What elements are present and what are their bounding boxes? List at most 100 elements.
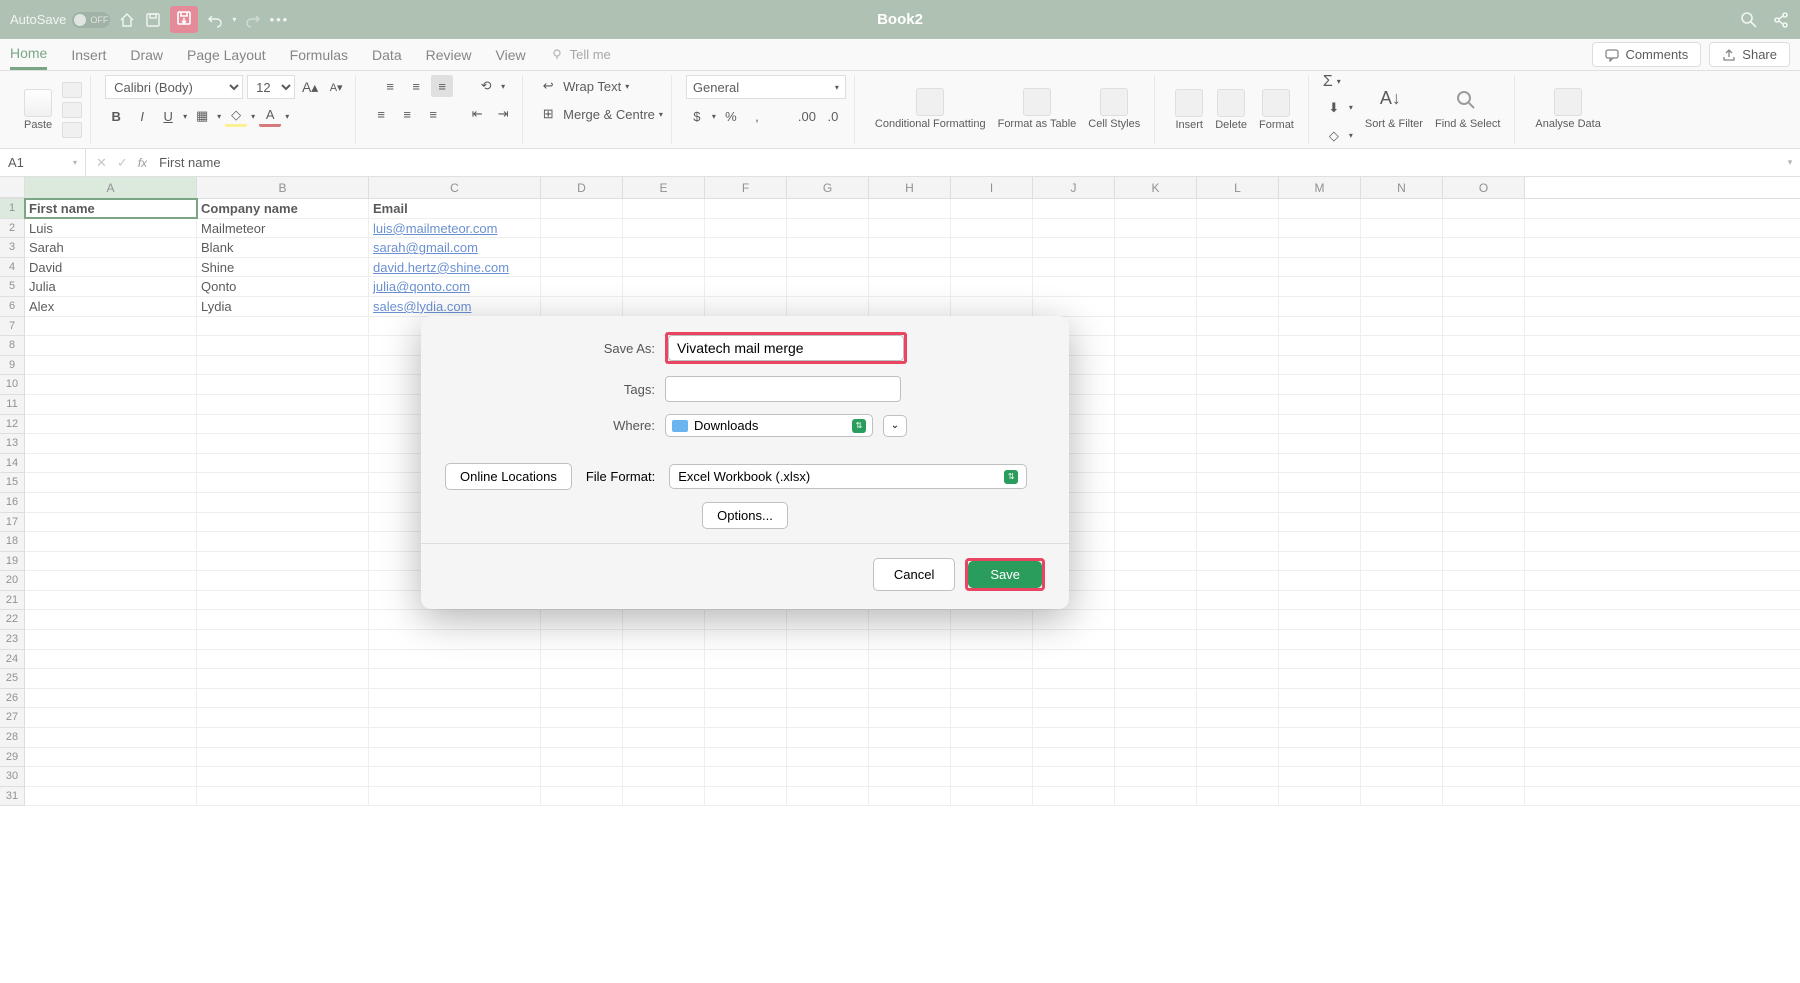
cell[interactable]: [541, 610, 623, 629]
cell[interactable]: [951, 748, 1033, 767]
cell[interactable]: [197, 571, 369, 590]
cell[interactable]: [1033, 258, 1115, 277]
cell[interactable]: [1443, 650, 1525, 669]
cell[interactable]: [869, 199, 951, 218]
cell[interactable]: [623, 238, 705, 257]
cell[interactable]: [1361, 199, 1443, 218]
cell[interactable]: [1115, 630, 1197, 649]
cell[interactable]: [1443, 415, 1525, 434]
row-header[interactable]: 20: [0, 571, 25, 591]
decrease-font-icon[interactable]: A▾: [325, 76, 347, 98]
cell[interactable]: [1197, 336, 1279, 355]
cell[interactable]: [1197, 415, 1279, 434]
cell[interactable]: [1279, 238, 1361, 257]
cell[interactable]: [1443, 532, 1525, 551]
cell[interactable]: [197, 375, 369, 394]
cell[interactable]: [1033, 277, 1115, 296]
row-header[interactable]: 31: [0, 787, 25, 807]
cell[interactable]: [623, 277, 705, 296]
home-icon[interactable]: [118, 11, 136, 29]
cell[interactable]: [1279, 708, 1361, 727]
cell[interactable]: [1279, 728, 1361, 747]
cell[interactable]: [869, 297, 951, 316]
cell[interactable]: [1197, 708, 1279, 727]
wrap-text-button[interactable]: ↩Wrap Text▾: [537, 75, 629, 97]
delete-cells-button[interactable]: Delete: [1209, 87, 1253, 133]
cell[interactable]: [25, 415, 197, 434]
cell[interactable]: First name: [25, 199, 197, 218]
cell[interactable]: Shine: [197, 258, 369, 277]
cell[interactable]: [951, 669, 1033, 688]
cell[interactable]: [541, 297, 623, 316]
increase-indent-icon[interactable]: ⇥: [492, 103, 514, 125]
cell[interactable]: [1443, 630, 1525, 649]
cell[interactable]: [705, 199, 787, 218]
italic-button[interactable]: I: [131, 105, 153, 127]
formula-input[interactable]: First name: [155, 155, 1780, 170]
font-color-button[interactable]: A: [259, 105, 281, 127]
cell[interactable]: [1361, 258, 1443, 277]
column-header[interactable]: M: [1279, 177, 1361, 198]
cell[interactable]: [951, 199, 1033, 218]
cell[interactable]: [25, 669, 197, 688]
cell[interactable]: [1197, 767, 1279, 786]
conditional-formatting-button[interactable]: Conditional Formatting: [869, 86, 992, 132]
insert-cells-button[interactable]: Insert: [1169, 87, 1209, 133]
cell[interactable]: [1443, 356, 1525, 375]
cell[interactable]: [1115, 728, 1197, 747]
cell[interactable]: [25, 513, 197, 532]
cell[interactable]: [951, 689, 1033, 708]
cell[interactable]: [1443, 787, 1525, 806]
row-header[interactable]: 8: [0, 336, 25, 356]
tab-formulas[interactable]: Formulas: [290, 41, 348, 69]
autosave-toggle[interactable]: AutoSave OFF: [10, 12, 110, 28]
column-header[interactable]: D: [541, 177, 623, 198]
cell[interactable]: [25, 728, 197, 747]
cell[interactable]: [197, 336, 369, 355]
cell[interactable]: [197, 552, 369, 571]
cell[interactable]: [197, 356, 369, 375]
cell[interactable]: [197, 787, 369, 806]
fill-icon[interactable]: ⬇: [1323, 97, 1345, 119]
cell[interactable]: [787, 258, 869, 277]
cell[interactable]: [541, 767, 623, 786]
cell[interactable]: [1279, 454, 1361, 473]
cell[interactable]: [705, 219, 787, 238]
cell[interactable]: [369, 669, 541, 688]
cell[interactable]: [1279, 415, 1361, 434]
decrease-decimal-icon[interactable]: .0: [822, 105, 844, 127]
cell[interactable]: [1115, 356, 1197, 375]
format-painter-icon[interactable]: [62, 122, 82, 138]
cell[interactable]: [1279, 297, 1361, 316]
cell[interactable]: [541, 277, 623, 296]
format-cells-button[interactable]: Format: [1253, 87, 1300, 133]
cell[interactable]: [1279, 748, 1361, 767]
font-size-select[interactable]: 12: [247, 75, 295, 99]
cell[interactable]: [1197, 630, 1279, 649]
cell[interactable]: [869, 630, 951, 649]
cell[interactable]: [1033, 689, 1115, 708]
column-header[interactable]: I: [951, 177, 1033, 198]
cell[interactable]: [1361, 297, 1443, 316]
orientation-icon[interactable]: ⟲: [475, 75, 497, 97]
cell[interactable]: [25, 395, 197, 414]
cell[interactable]: [1279, 610, 1361, 629]
cell[interactable]: [951, 728, 1033, 747]
cell[interactable]: [1443, 375, 1525, 394]
cell[interactable]: [1361, 748, 1443, 767]
file-format-select[interactable]: Excel Workbook (.xlsx) ⇅: [669, 464, 1027, 489]
cell[interactable]: [869, 258, 951, 277]
cell[interactable]: [1197, 787, 1279, 806]
cell[interactable]: [1279, 650, 1361, 669]
cell[interactable]: [951, 767, 1033, 786]
cell[interactable]: [1443, 767, 1525, 786]
expand-dialog-button[interactable]: ⌄: [883, 415, 907, 437]
column-header[interactable]: F: [705, 177, 787, 198]
cell[interactable]: [1443, 513, 1525, 532]
cell[interactable]: [623, 767, 705, 786]
cell[interactable]: [25, 591, 197, 610]
cell[interactable]: [541, 650, 623, 669]
cell[interactable]: [705, 650, 787, 669]
cell[interactable]: [369, 767, 541, 786]
cell[interactable]: [869, 689, 951, 708]
